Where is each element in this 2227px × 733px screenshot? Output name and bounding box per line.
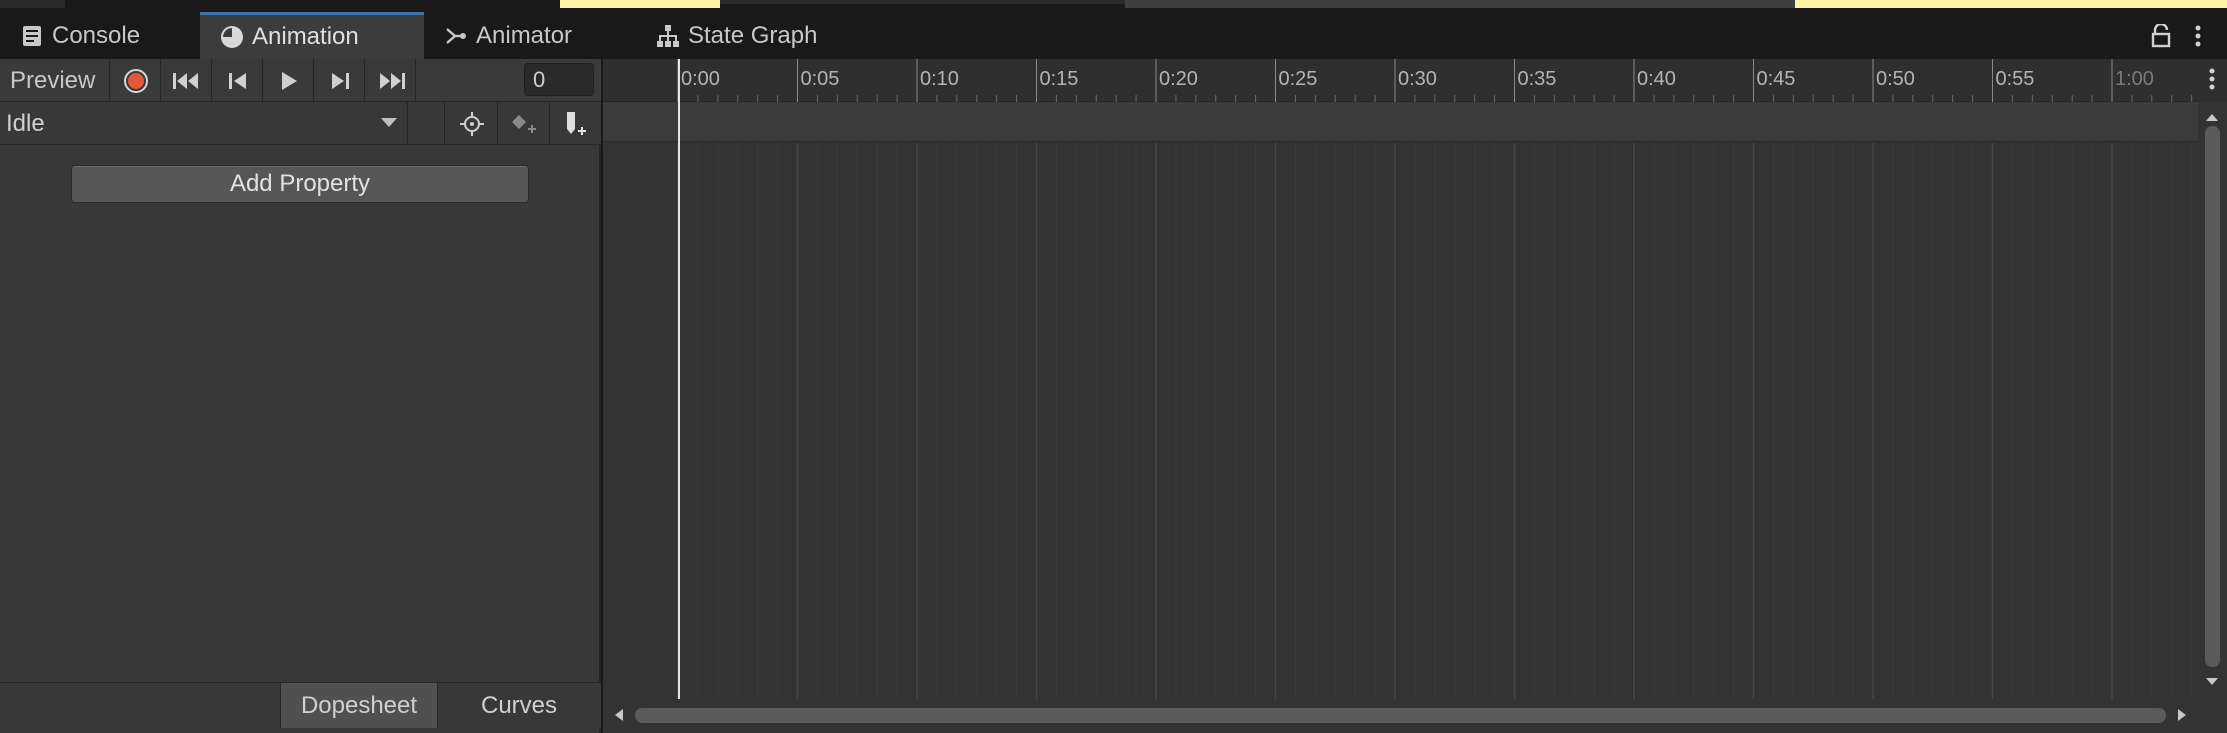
tab-state-graph-label: State Graph bbox=[688, 21, 818, 49]
horizontal-scrollbar[interactable] bbox=[603, 699, 2198, 733]
frame-field[interactable]: 0 bbox=[524, 63, 594, 96]
tab-animator-label: Animator bbox=[476, 21, 573, 49]
play-icon bbox=[281, 71, 297, 90]
previous-keyframe-button[interactable] bbox=[213, 59, 263, 102]
scroll-up-icon bbox=[2206, 114, 2218, 121]
view-mode-bar: Dopesheet Curves bbox=[0, 682, 601, 729]
add-event-button[interactable] bbox=[550, 102, 601, 145]
vertical-scrollbar[interactable] bbox=[2198, 102, 2227, 699]
scroll-right-icon bbox=[2178, 709, 2186, 721]
add-event-icon bbox=[566, 111, 586, 135]
vertical-scroll-thumb bbox=[2205, 126, 2220, 667]
add-keyframe-icon bbox=[511, 114, 536, 133]
ruler-tick-label: 0:55 bbox=[1995, 68, 2035, 90]
time-ruler[interactable]: 0:00 0:05 0:10 0:15 0:20 0:25 0:30 0:35 0:40 0:45… bbox=[603, 59, 2198, 102]
top-strip-segment bbox=[0, 0, 65, 8]
tab-animation-label: Animation bbox=[252, 23, 359, 50]
next-frame-icon bbox=[331, 72, 349, 89]
ruler-tick-label: 0:20 bbox=[1159, 68, 1198, 90]
tab-state-graph[interactable]: State Graph bbox=[638, 12, 868, 59]
tab-animation[interactable]: Animation bbox=[200, 12, 424, 59]
filter-by-selection-button[interactable] bbox=[446, 102, 498, 145]
more-options-icon[interactable] bbox=[2190, 24, 2206, 48]
tab-console-label: Console bbox=[52, 21, 141, 49]
clip-spacer bbox=[409, 102, 445, 145]
horizontal-scroll-thumb bbox=[635, 708, 2166, 723]
ruler-tick-label: 0:10 bbox=[920, 68, 959, 90]
clip-dropdown-value: Idle bbox=[6, 109, 45, 137]
clip-dropdown[interactable]: Idle bbox=[0, 102, 408, 145]
keyframe-track-area[interactable] bbox=[603, 143, 2198, 699]
crosshair-icon bbox=[459, 111, 484, 136]
ruler-tick-label: 0:35 bbox=[1517, 68, 1557, 90]
record-icon bbox=[123, 68, 148, 93]
previous-frame-icon bbox=[228, 72, 246, 89]
tab-console[interactable]: Console bbox=[0, 12, 200, 59]
last-keyframe-button[interactable] bbox=[366, 59, 416, 102]
ruler-tick-label: 0:40 bbox=[1637, 68, 1676, 90]
timeline-panel[interactable]: 0:00 0:05 0:10 0:15 0:20 0:25 0:30 0:35 0:40 0:45… bbox=[603, 59, 2227, 733]
ruler-tick-label: 0:05 bbox=[800, 68, 840, 90]
chevron-down-icon bbox=[381, 118, 397, 127]
skip-to-end-icon bbox=[379, 72, 405, 89]
vertical-scrollbar-graphic bbox=[2205, 114, 2220, 685]
scroll-left-icon bbox=[615, 709, 623, 721]
ruler-tick-label: 1:00 bbox=[2115, 68, 2154, 90]
add-keyframe-button[interactable] bbox=[498, 102, 550, 145]
preview-button[interactable]: Preview bbox=[0, 59, 110, 102]
tab-dopesheet[interactable]: Dopesheet bbox=[280, 683, 438, 728]
ruler-menu[interactable] bbox=[2198, 59, 2227, 102]
top-strip-segment bbox=[720, 0, 1125, 4]
tab-bar: Console Animation Animator State Graph bbox=[0, 10, 2227, 59]
first-keyframe-button[interactable] bbox=[162, 59, 212, 102]
event-row[interactable] bbox=[603, 102, 2198, 142]
ruler-tick-label: 0:00 bbox=[681, 68, 720, 90]
tab-curves[interactable]: Curves bbox=[438, 683, 600, 728]
ruler-tick-label: 0:25 bbox=[1278, 68, 1318, 90]
top-strip-segment bbox=[1125, 0, 1795, 8]
next-keyframe-button[interactable] bbox=[315, 59, 365, 102]
horizontal-scrollbar-graphic bbox=[615, 708, 2186, 723]
lock-icon[interactable] bbox=[2150, 24, 2172, 48]
ruler-tick-label: 0:45 bbox=[1756, 68, 1796, 90]
top-strip bbox=[0, 0, 2227, 10]
clock-icon bbox=[221, 26, 243, 48]
play-button[interactable] bbox=[264, 59, 314, 102]
console-icon bbox=[23, 25, 41, 46]
add-property-button[interactable]: Add Property bbox=[71, 165, 529, 203]
scroll-down-icon bbox=[2206, 678, 2218, 685]
clip-row: Idle bbox=[0, 102, 601, 145]
playhead[interactable] bbox=[678, 59, 680, 699]
top-strip-highlight bbox=[560, 0, 720, 8]
animation-left-panel: Preview 0 Idle Add Property Dopesheet Cu… bbox=[0, 59, 601, 733]
ruler-tick-label: 0:30 bbox=[1398, 68, 1437, 90]
more-options-icon bbox=[2209, 68, 2215, 90]
playback-controls: Preview 0 bbox=[0, 59, 601, 102]
top-strip-highlight bbox=[1795, 0, 2227, 8]
record-button[interactable] bbox=[111, 59, 161, 102]
ruler-tick-label: 0:15 bbox=[1039, 68, 1079, 90]
skip-to-start-icon bbox=[172, 72, 198, 89]
tab-animator[interactable]: Animator bbox=[424, 12, 638, 59]
ruler-tick-label: 0:50 bbox=[1876, 68, 1915, 90]
hierarchy-icon bbox=[657, 24, 679, 47]
animator-icon bbox=[446, 27, 466, 44]
